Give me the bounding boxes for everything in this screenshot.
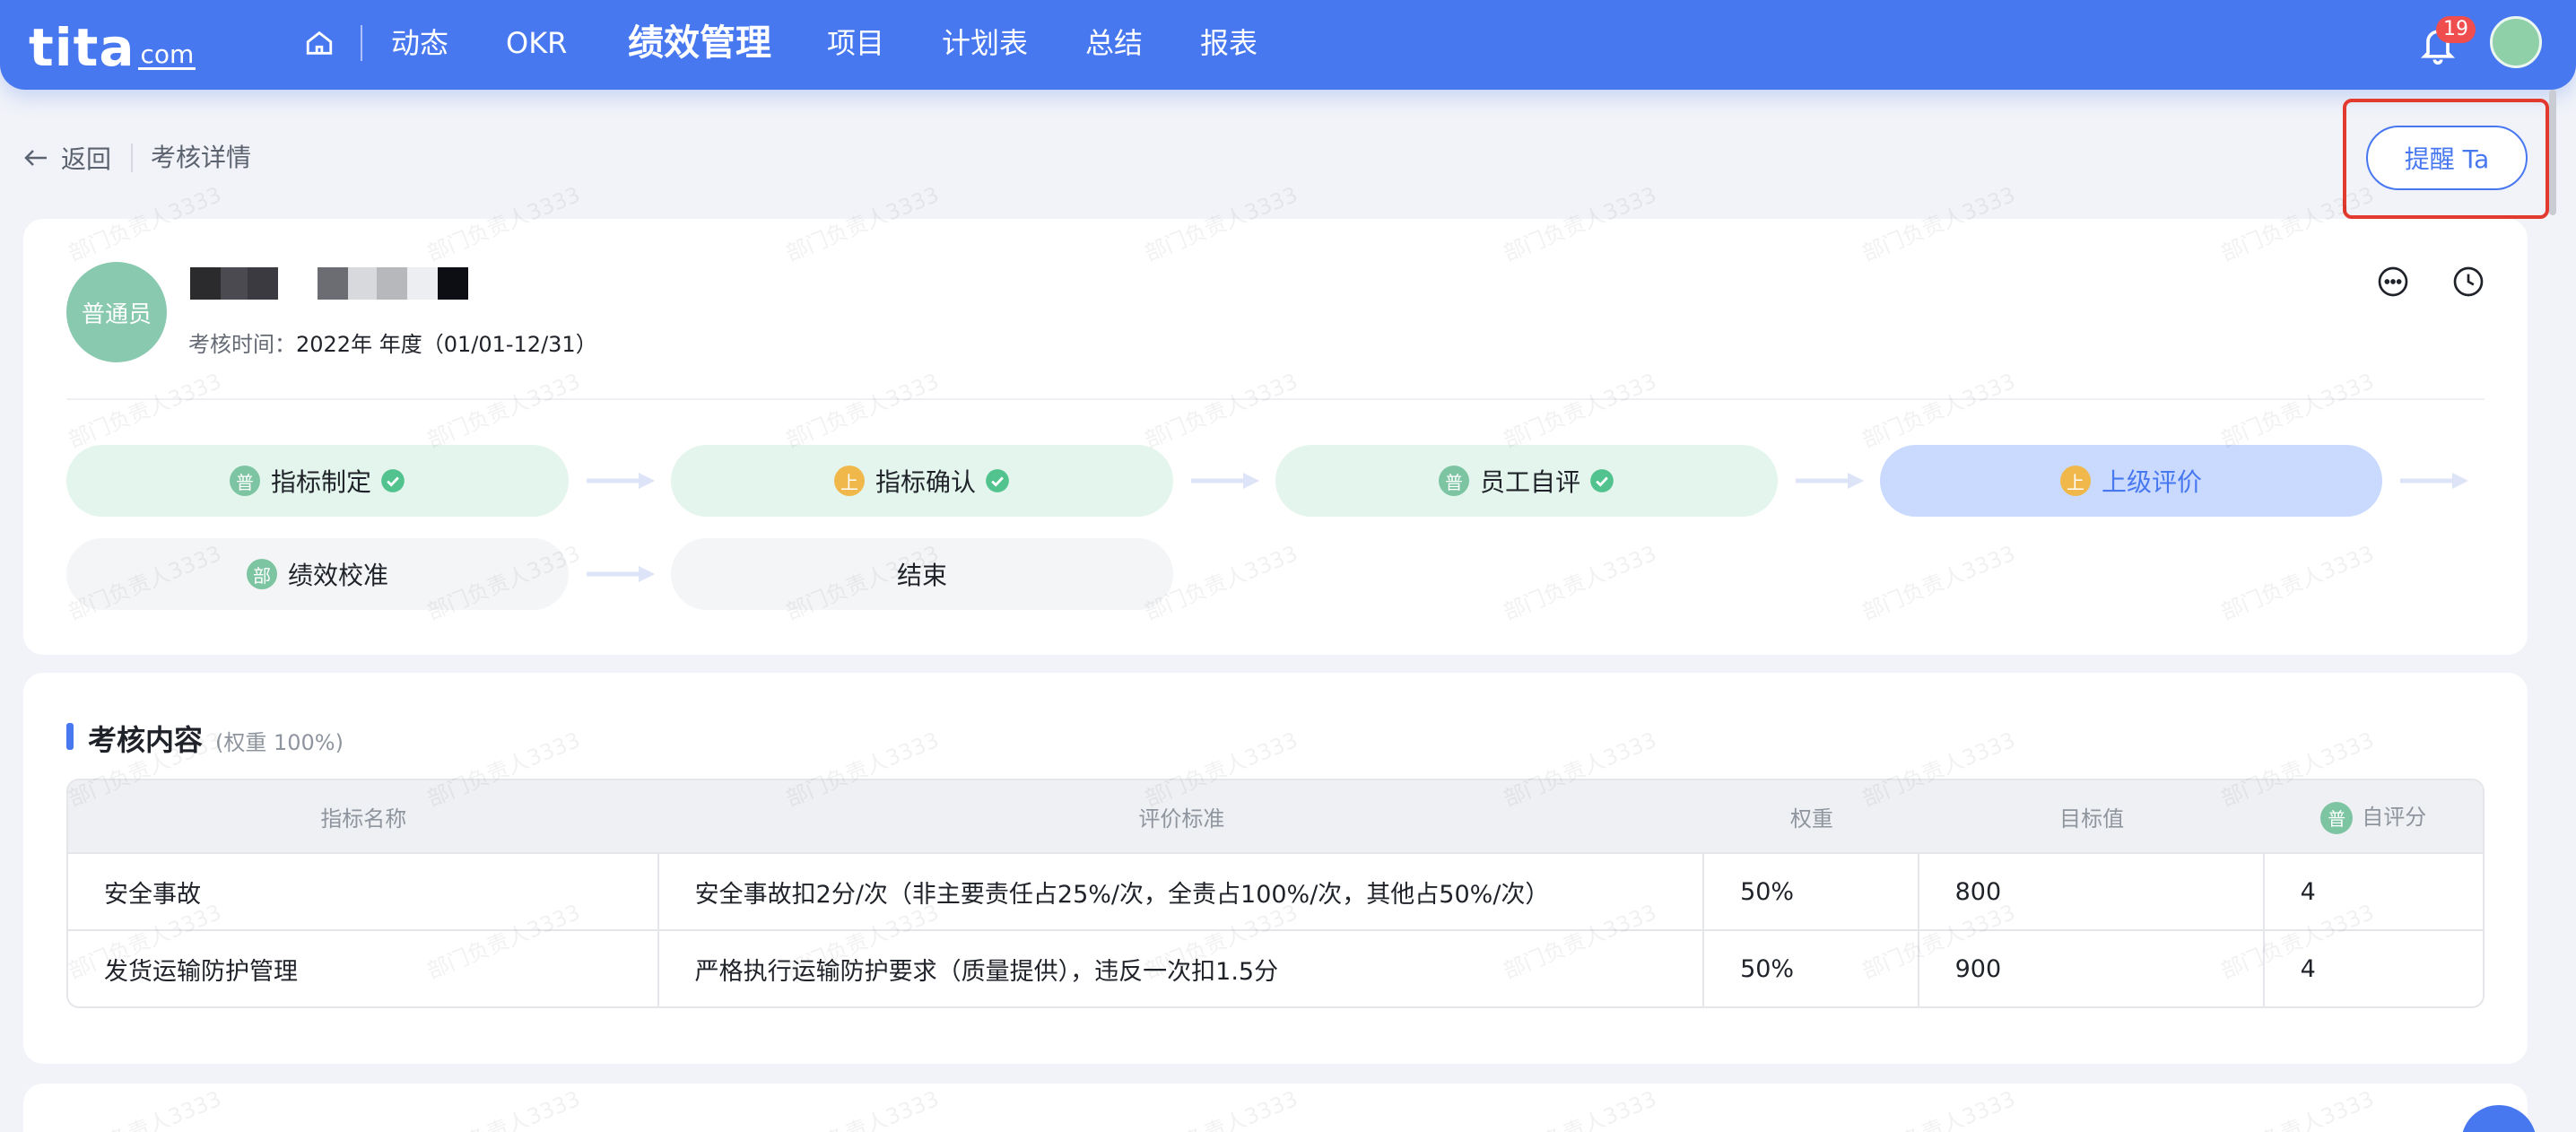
evaluation-standard: 安全事故扣2分/次（非主要责任占25%/次，全责占100%/次，其他占50%/次… xyxy=(658,852,1705,929)
period-text: 考核时间：2022年 年度（01/01-12/31） xyxy=(188,327,597,358)
employee-avatar: 普通员 xyxy=(66,262,167,362)
table-row[interactable]: 安全事故 安全事故扣2分/次（非主要责任占25%/次，全责占100%/次，其他占… xyxy=(68,852,2483,929)
column-header: 评价标准 xyxy=(658,780,1705,852)
next-section-card xyxy=(23,1084,2528,1132)
step-role-badge: 上 xyxy=(2059,466,2091,496)
back-button[interactable]: 返回 xyxy=(23,140,111,176)
check-circle-icon xyxy=(381,469,405,492)
step-label: 员工自评 xyxy=(1479,467,1580,497)
nav-item-plans[interactable]: 计划表 xyxy=(942,20,1028,66)
section-title: 考核内容 xyxy=(88,723,204,757)
card-divider xyxy=(66,398,2485,400)
step-end[interactable]: 结束 xyxy=(671,538,1173,610)
evaluation-standard: 严格执行运输防护要求（质量提供），违反一次扣1.5分 xyxy=(658,929,1705,1006)
target-value: 900 xyxy=(1919,929,2265,1006)
step-manager-review[interactable]: 上 上级评价 xyxy=(1880,445,2382,517)
comment-icon[interactable] xyxy=(2375,264,2411,300)
weight-value: 50% xyxy=(1704,852,1919,929)
assessment-table: 指标名称 评价标准 权重 目标值 普自评分 安全事故 安全事故扣2分/次（非主要… xyxy=(66,779,2485,1008)
nav-item-okr[interactable]: OKR xyxy=(506,20,567,66)
employee-card: 普通员 考核时间：2022年 年度（01/01-12/31） 普 指标制定 上 … xyxy=(23,219,2528,655)
check-circle-icon xyxy=(986,469,1009,492)
step-calibration[interactable]: 部 绩效校准 xyxy=(66,538,569,610)
step-label: 指标制定 xyxy=(270,467,371,497)
column-header-self-score: 普自评分 xyxy=(2264,780,2483,852)
step-arrow-icon xyxy=(2400,473,2468,489)
period-value: 2022年 年度（01/01-12/31） xyxy=(296,332,597,357)
indicator-name: 安全事故 xyxy=(68,852,659,929)
self-score-role-badge: 普 xyxy=(2320,801,2354,834)
section-weight-note: (权重 100%) xyxy=(215,730,344,755)
indicator-name: 发货运输防护管理 xyxy=(68,929,659,1006)
step-self-review[interactable]: 普 员工自评 xyxy=(1275,445,1778,517)
nav-divider xyxy=(361,25,362,61)
step-label: 上级评价 xyxy=(2101,467,2202,497)
step-role-badge: 普 xyxy=(229,466,260,496)
nav-item-feed[interactable]: 动态 xyxy=(391,20,448,66)
nav-item-projects[interactable]: 项目 xyxy=(827,20,884,66)
step-arrow-icon xyxy=(587,566,655,582)
arrow-left-icon xyxy=(24,150,47,166)
period-label: 考核时间： xyxy=(188,332,296,357)
step-arrow-icon xyxy=(587,473,655,489)
self-score-value: 4 xyxy=(2264,929,2483,1006)
step-role-badge: 普 xyxy=(1438,466,1469,496)
tita-logo[interactable]: tita com xyxy=(29,13,196,75)
nav-item-summary[interactable]: 总结 xyxy=(1085,20,1143,66)
nav-item-reports[interactable]: 报表 xyxy=(1200,20,1258,66)
page-title: 考核详情 xyxy=(151,143,252,172)
column-header: 自评分 xyxy=(2362,804,2427,830)
column-header: 指标名称 xyxy=(68,780,659,852)
logo-sub-text: com xyxy=(138,39,196,70)
scrollbar[interactable] xyxy=(2549,90,2556,215)
column-header: 权重 xyxy=(1704,780,1919,852)
step-label: 绩效校准 xyxy=(287,561,388,590)
step-arrow-icon xyxy=(1191,473,1259,489)
table-row[interactable]: 发货运输防护管理 严格执行运输防护要求（质量提供），违反一次扣1.5分 50% … xyxy=(68,929,2483,1006)
check-circle-icon xyxy=(1590,469,1614,492)
home-icon[interactable] xyxy=(301,25,337,61)
table-header-row: 指标名称 评价标准 权重 目标值 普自评分 xyxy=(68,780,2483,852)
history-clock-icon[interactable] xyxy=(2450,264,2486,300)
notification-badge: 19 xyxy=(2436,16,2476,43)
step-indicator-setting[interactable]: 普 指标制定 xyxy=(66,445,569,517)
target-value: 800 xyxy=(1919,852,2265,929)
breadcrumb-divider xyxy=(131,144,133,172)
user-avatar[interactable] xyxy=(2490,16,2542,68)
section-accent-bar xyxy=(66,723,74,750)
step-role-badge: 上 xyxy=(833,466,865,496)
remind-button[interactable]: 提醒 Ta xyxy=(2366,126,2528,190)
logo-main-text: tita xyxy=(29,17,135,78)
nav-item-performance[interactable]: 绩效管理 xyxy=(628,20,771,66)
step-indicator-confirm[interactable]: 上 指标确认 xyxy=(671,445,1173,517)
step-role-badge: 部 xyxy=(246,559,277,589)
step-label: 指标确认 xyxy=(875,467,976,497)
assessment-card: 考核内容 (权重 100%) 指标名称 评价标准 权重 目标值 普自评分 安全事… xyxy=(23,673,2528,1064)
self-score-value: 4 xyxy=(2264,852,2483,929)
weight-value: 50% xyxy=(1704,929,1919,1006)
step-arrow-icon xyxy=(1796,473,1864,489)
top-nav-bar: tita com 动态 OKR 绩效管理 项目 计划表 总结 报表 19 xyxy=(0,0,2576,90)
step-label: 结束 xyxy=(896,561,947,590)
back-label: 返回 xyxy=(61,144,112,174)
column-header: 目标值 xyxy=(1919,780,2265,852)
